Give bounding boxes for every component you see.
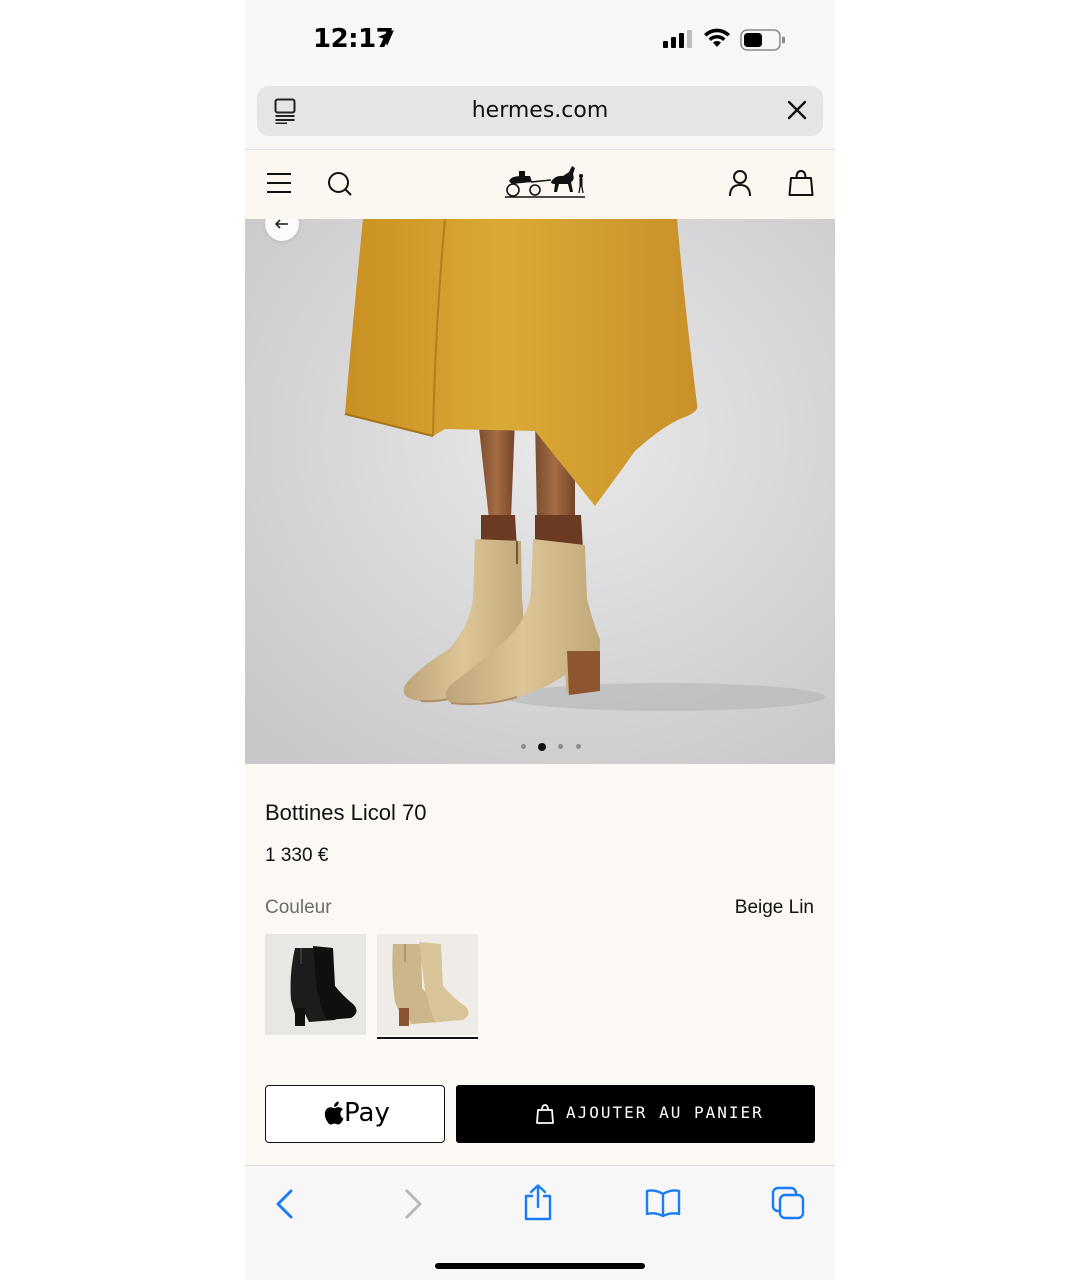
selected-swatch-indicator [377, 1037, 478, 1039]
url-text[interactable]: hermes.com [257, 98, 823, 123]
share-icon[interactable] [523, 1184, 553, 1222]
apple-logo-icon [324, 1101, 344, 1125]
site-header [245, 150, 835, 219]
wifi-icon [704, 28, 730, 47]
color-swatch-black[interactable] [265, 934, 366, 1035]
bookmarks-icon[interactable] [645, 1188, 681, 1218]
status-bar: 12:17 [245, 0, 835, 78]
gallery-pagination [521, 743, 585, 751]
address-bar[interactable]: hermes.com [257, 86, 823, 136]
product-name: Bottines Licol 70 [265, 800, 427, 825]
location-arrow-icon [378, 30, 394, 46]
home-indicator [435, 1263, 645, 1269]
battery-icon [740, 29, 785, 51]
product-image-gallery[interactable] [245, 219, 835, 764]
color-label: Couleur [265, 897, 332, 918]
phone-screen: 12:17 hermes.com Bottines Licol 70 1 330… [245, 0, 835, 1280]
arrow-left-icon [275, 219, 288, 229]
bag-icon [536, 1104, 554, 1124]
add-to-cart-label: AJOUTER AU PANIER [566, 1103, 764, 1122]
apple-pay-button[interactable]: Pay [265, 1085, 445, 1143]
black-boots-thumbnail [290, 946, 357, 1026]
selected-color-name: Beige Lin [734, 897, 814, 918]
search-icon[interactable] [327, 171, 353, 197]
gallery-dot-active[interactable] [538, 743, 546, 751]
add-to-cart-button[interactable]: AJOUTER AU PANIER [456, 1085, 815, 1143]
back-icon[interactable] [273, 1188, 297, 1220]
browser-address-area: hermes.com [245, 78, 835, 150]
gallery-dot[interactable] [558, 744, 563, 749]
product-price: 1 330 € [265, 845, 329, 866]
color-swatch-beige[interactable] [377, 934, 478, 1035]
close-icon[interactable] [787, 100, 807, 120]
hermes-logo[interactable] [503, 160, 587, 202]
menu-icon[interactable] [266, 172, 292, 194]
browser-toolbar [245, 1165, 835, 1280]
product-photo [245, 219, 835, 764]
beige-boots-thumbnail [392, 942, 469, 1026]
cellular-signal-icon [663, 30, 692, 48]
account-icon[interactable] [727, 169, 753, 197]
apple-pay-label: Pay [344, 1098, 390, 1128]
tabs-icon[interactable] [771, 1186, 805, 1220]
gallery-dot[interactable] [521, 744, 526, 749]
bag-icon[interactable] [788, 169, 814, 197]
forward-icon[interactable] [401, 1188, 425, 1220]
gallery-dot[interactable] [576, 744, 581, 749]
